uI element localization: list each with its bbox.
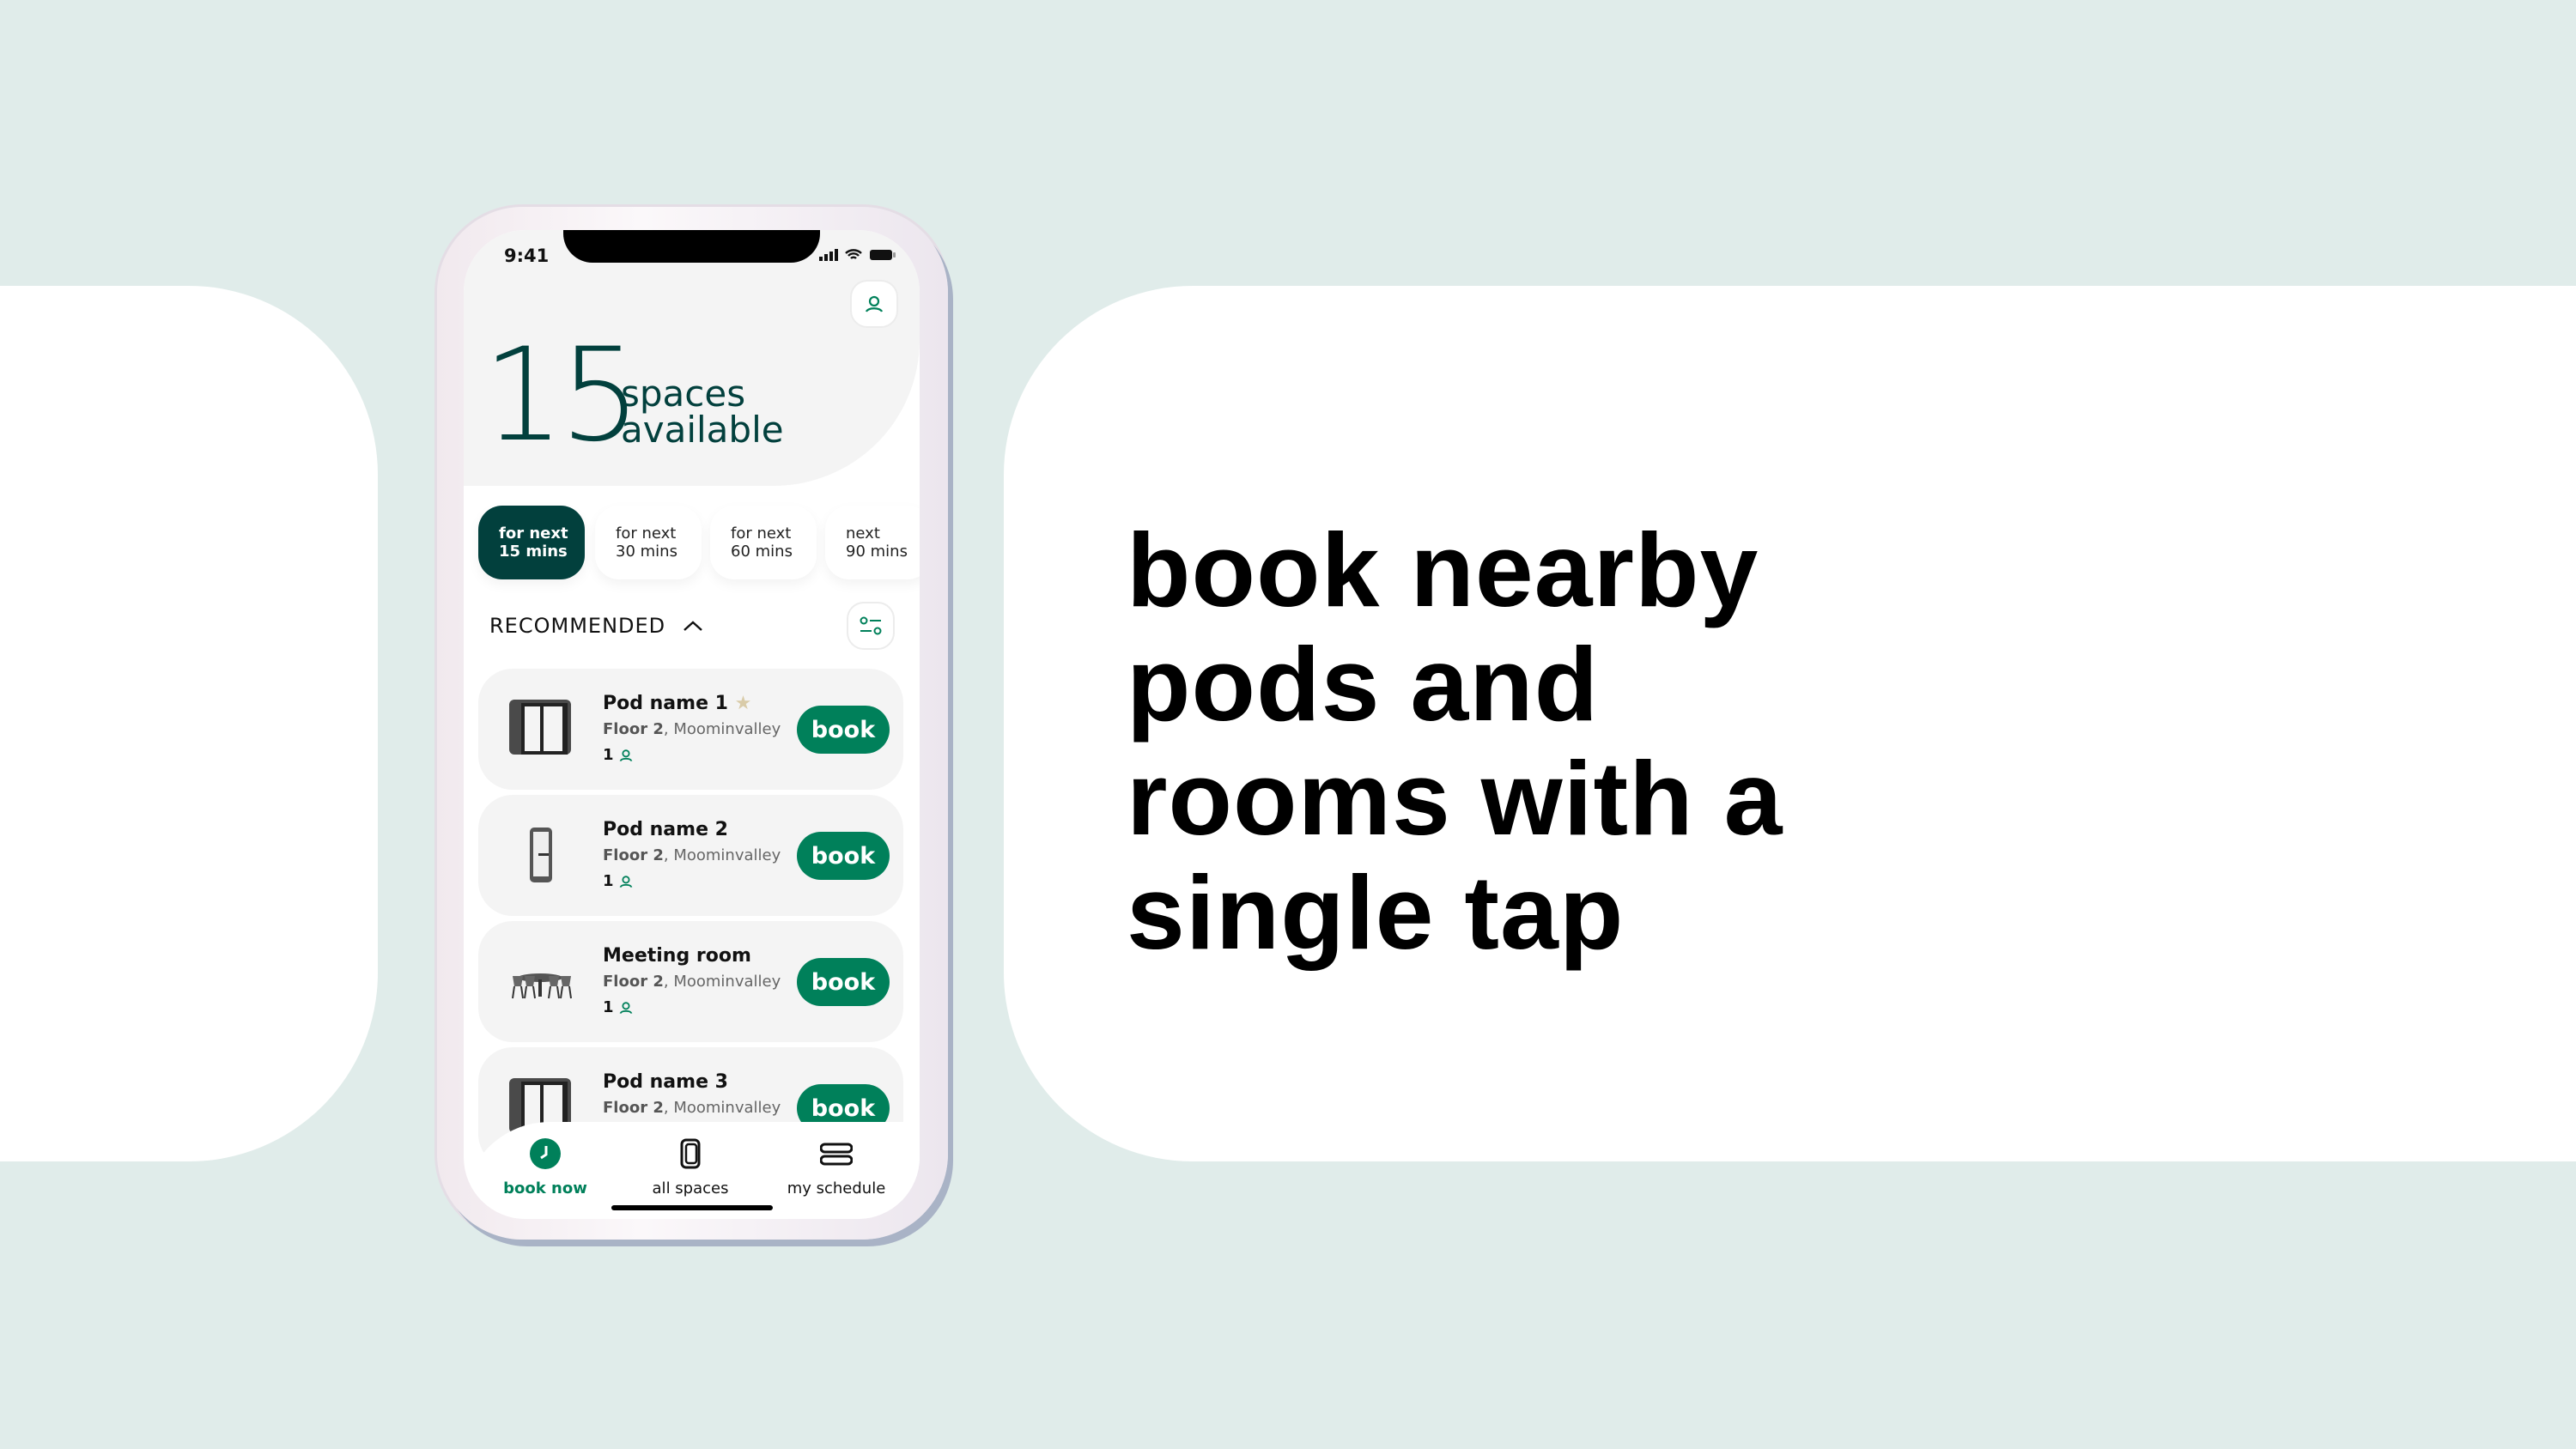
- space-image-meeting-table: [507, 950, 574, 1012]
- headline-line: pods and: [1127, 626, 1600, 743]
- space-card[interactable]: Meeting room Floor 2, Moominvalley 1 boo…: [478, 921, 903, 1042]
- space-image-pod-large: [507, 698, 574, 760]
- nav-item-all-spaces[interactable]: all spaces: [622, 1137, 759, 1197]
- space-location: Floor 2, Moominvalley: [603, 973, 781, 991]
- time-filter-chip[interactable]: for next 30 mins: [595, 506, 702, 579]
- chip-line: 90 mins: [846, 543, 908, 561]
- filter-button[interactable]: [847, 602, 895, 650]
- capacity-value: 1: [603, 872, 614, 890]
- chip-line: for next: [731, 524, 792, 543]
- profile-button[interactable]: [850, 280, 898, 328]
- filter-icon: [860, 616, 882, 635]
- space-floor: Floor 2: [603, 720, 664, 738]
- door-icon: [674, 1138, 707, 1174]
- available-label: spaces available: [621, 376, 784, 448]
- book-button[interactable]: book: [797, 958, 890, 1006]
- section-title[interactable]: RECOMMENDED: [489, 614, 704, 638]
- wifi-icon: [845, 249, 862, 259]
- space-name: Pod name 2: [603, 819, 728, 840]
- star-icon: ★: [734, 693, 752, 714]
- space-name-text: Pod name 3: [603, 1071, 728, 1093]
- space-building: , Moominvalley: [663, 1099, 781, 1117]
- space-name: Pod name 3: [603, 1071, 728, 1093]
- capacity-value: 1: [603, 746, 614, 764]
- section-title-text: RECOMMENDED: [489, 614, 666, 638]
- person-icon: [619, 875, 632, 888]
- space-location: Floor 2, Moominvalley: [603, 846, 781, 864]
- space-building: , Moominvalley: [663, 846, 781, 864]
- decorative-shape-left: [0, 286, 378, 1161]
- capacity-value: 1: [603, 998, 614, 1016]
- space-name: Meeting room: [603, 945, 751, 967]
- space-capacity: 1: [603, 872, 633, 890]
- nav-item-book-now[interactable]: book now: [477, 1137, 614, 1197]
- space-name-text: Pod name 1: [603, 693, 728, 714]
- space-location: Floor 2, Moominvalley: [603, 1099, 781, 1117]
- book-button[interactable]: book: [797, 706, 890, 754]
- nav-item-my-schedule[interactable]: my schedule: [768, 1137, 905, 1197]
- space-floor: Floor 2: [603, 973, 664, 991]
- chevron-up-icon: [683, 621, 702, 631]
- space-image-pod-small: [507, 824, 574, 886]
- list-icon: [819, 1143, 854, 1174]
- person-icon: [619, 1001, 632, 1014]
- notch: [563, 230, 820, 263]
- nav-label: my schedule: [787, 1179, 886, 1197]
- space-name: Pod name 1 ★: [603, 693, 751, 714]
- space-floor: Floor 2: [603, 846, 664, 864]
- clock-icon: [529, 1138, 562, 1174]
- space-building: , Moominvalley: [663, 973, 781, 991]
- space-floor: Floor 2: [603, 1099, 664, 1117]
- space-capacity: 1: [603, 746, 633, 764]
- chip-line: 15 mins: [499, 543, 568, 561]
- nav-label: book now: [503, 1179, 587, 1197]
- available-label-line: spaces: [621, 373, 746, 415]
- space-card[interactable]: Pod name 2 Floor 2, Moominvalley 1 book: [478, 795, 903, 916]
- headline-line: single tap: [1127, 854, 1625, 971]
- headline: book nearby pods and rooms with a single…: [1127, 513, 1985, 970]
- home-indicator: [611, 1205, 773, 1210]
- chip-line: 30 mins: [616, 543, 677, 561]
- space-location: Floor 2, Moominvalley: [603, 720, 781, 738]
- signal-icon: [819, 249, 838, 261]
- available-count: 15: [483, 321, 641, 470]
- battery-icon: [870, 250, 896, 260]
- status-icons: [819, 249, 896, 261]
- status-time: 9:41: [504, 246, 550, 266]
- headline-line: book nearby: [1127, 512, 1759, 628]
- space-building: , Moominvalley: [663, 720, 781, 738]
- time-filter-chip[interactable]: next 90 mins: [825, 506, 920, 579]
- time-filter-chip[interactable]: for next 15 mins: [478, 506, 585, 579]
- person-icon: [619, 749, 632, 761]
- user-icon: [865, 295, 884, 312]
- nav-label: all spaces: [652, 1179, 729, 1197]
- space-name-text: Pod name 2: [603, 819, 728, 840]
- chip-line: for next: [616, 524, 677, 543]
- space-card[interactable]: Pod name 1 ★ Floor 2, Moominvalley 1 boo…: [478, 669, 903, 790]
- available-label-line: available: [621, 409, 784, 451]
- time-filter-chip[interactable]: for next 60 mins: [710, 506, 817, 579]
- headline-line: rooms with a: [1127, 740, 1783, 857]
- space-capacity: 1: [603, 998, 633, 1016]
- book-button[interactable]: book: [797, 832, 890, 880]
- phone-screen: 9:41 15 spaces available for next 15 mins f…: [464, 230, 920, 1219]
- space-name-text: Meeting room: [603, 945, 751, 967]
- chip-line: for next: [499, 524, 568, 543]
- chip-line: next: [846, 524, 880, 543]
- chip-line: 60 mins: [731, 543, 793, 561]
